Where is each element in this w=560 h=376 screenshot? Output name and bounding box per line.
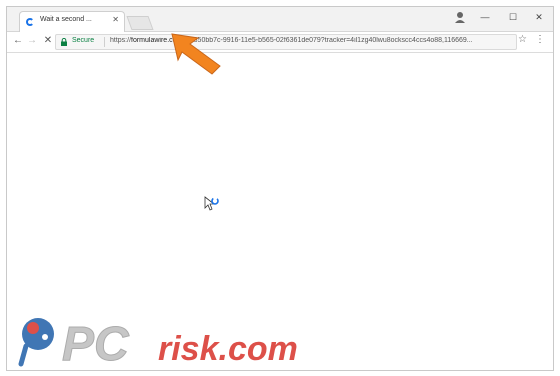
watermark-risk: risk.com [158, 330, 298, 368]
stop-loading-icon[interactable]: ✕ [41, 34, 55, 48]
lock-icon [61, 38, 67, 46]
address-bar[interactable]: Secure https://formulawire.com/c/a350bb7… [55, 34, 517, 50]
watermark-pc: PC [62, 318, 130, 370]
star-icon[interactable]: ☆ [518, 34, 527, 45]
toolbar: ← → ✕ Secure https://formulawire.com/c/a… [7, 32, 553, 53]
title-bar: Wait a second ... ✕ — ☐ ✕ [7, 7, 553, 32]
profile-icon[interactable] [453, 10, 467, 24]
orange-pointer-arrow [171, 33, 221, 75]
close-window-button[interactable]: ✕ [527, 9, 551, 25]
secure-label: Secure [72, 37, 95, 44]
back-arrow-icon[interactable]: ← [11, 34, 25, 48]
new-tab-button[interactable] [126, 16, 154, 30]
tab-title: Wait a second ... [40, 16, 92, 23]
pcrisk-watermark: PC risk.com [18, 318, 298, 370]
loading-favicon-icon [26, 18, 34, 26]
loading-cursor-icon [204, 196, 219, 211]
tab-active[interactable]: Wait a second ... ✕ [19, 11, 125, 32]
maximize-button[interactable]: ☐ [501, 9, 525, 25]
forward-arrow-icon[interactable]: → [25, 34, 39, 48]
menu-icon[interactable]: ⋮ [535, 34, 545, 45]
divider [104, 37, 105, 47]
minimize-button[interactable]: — [473, 9, 497, 25]
close-icon[interactable]: ✕ [112, 15, 119, 25]
url-scheme: https:// [110, 37, 132, 44]
